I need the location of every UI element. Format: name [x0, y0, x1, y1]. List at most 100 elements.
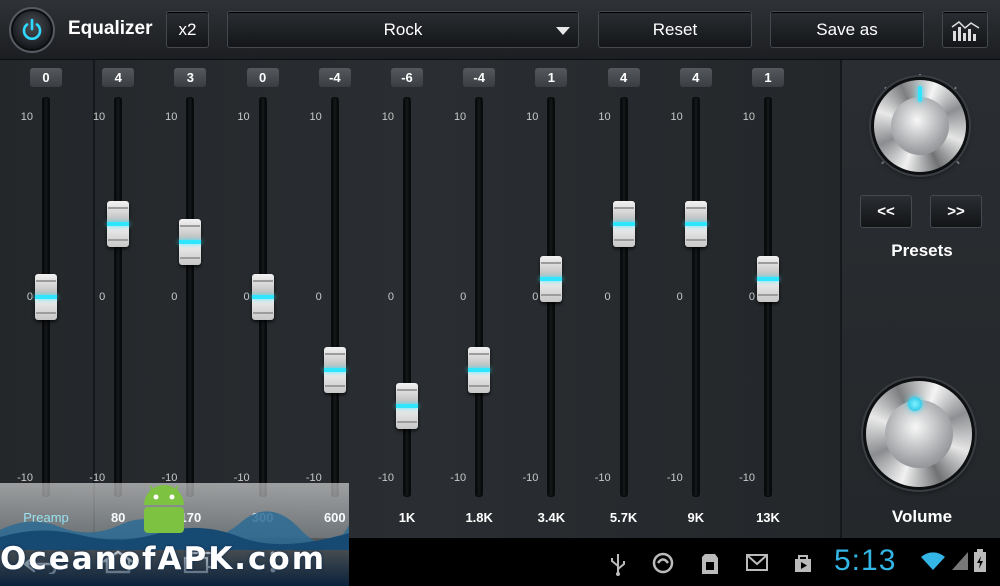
- scale-label-bottom: -10: [739, 472, 755, 484]
- band-1k: -6 10 0 -10 1K: [371, 60, 443, 538]
- slider-thumb[interactable]: [612, 201, 635, 248]
- band-value-chip: -4: [318, 68, 351, 87]
- slider-thumb-glow: [35, 295, 57, 299]
- scale-label-top: 10: [381, 111, 394, 123]
- band-value-chip: 1: [752, 68, 784, 87]
- slider-thumb[interactable]: [468, 346, 491, 393]
- wifi-icon: [921, 552, 945, 570]
- scale-label-bottom: -10: [666, 472, 683, 484]
- scale-label-mid: 0: [604, 291, 611, 303]
- slider-thumb-glow: [684, 222, 707, 227]
- scale-label-bottom: -10: [378, 472, 394, 484]
- band-frequency-label: 1.8K: [465, 510, 493, 525]
- scale-label-top: 10: [670, 111, 683, 123]
- slider-thumb-glow: [251, 295, 274, 299]
- band-frequency-label: 1K: [398, 510, 416, 525]
- power-icon: [22, 18, 42, 40]
- band-1_8k: -4 10 0 -10 1.8K: [443, 60, 515, 538]
- slider-track[interactable]: [691, 97, 700, 497]
- band-13k: 1 10 0 -10 13K: [732, 60, 804, 538]
- slider-thumb[interactable]: [179, 219, 202, 266]
- slider-track[interactable]: [475, 97, 484, 497]
- signal-icon: [952, 552, 968, 570]
- slider-thumb[interactable]: [35, 274, 57, 320]
- slider-thumb[interactable]: [107, 201, 130, 248]
- band-value-chip: 1: [535, 68, 568, 87]
- volume-knob[interactable]: [866, 381, 972, 487]
- slider-thumb-glow: [179, 240, 202, 245]
- band-value-chip: 0: [30, 68, 62, 87]
- band-170: 3100-10170: [154, 60, 226, 538]
- band-value-chip: 4: [679, 68, 712, 87]
- slider-thumb[interactable]: [540, 255, 563, 302]
- x2-button[interactable]: x2: [166, 11, 209, 48]
- volume-knob-face: [885, 400, 953, 468]
- slider-thumb[interactable]: [684, 201, 707, 248]
- next-preset-button[interactable]: >>: [930, 195, 982, 228]
- slider-thumb[interactable]: [323, 346, 346, 393]
- preset-knob-face: [890, 96, 950, 156]
- band-3_4k: 1 10 0 -10 3.4K: [515, 60, 587, 538]
- slider-track[interactable]: [186, 97, 195, 497]
- right-control-panel: << >> Presets Volume: [840, 60, 1000, 538]
- band-value-chip: 4: [102, 68, 135, 87]
- scale-label-mid: 0: [26, 291, 33, 303]
- scale-label-bottom: -10: [594, 472, 611, 484]
- band-80: 4100-1080: [82, 60, 154, 538]
- power-button[interactable]: [9, 7, 55, 53]
- slider-track[interactable]: [619, 97, 628, 497]
- scale-label-top: 10: [309, 111, 322, 123]
- visualizer-button[interactable]: [942, 11, 988, 48]
- reset-button[interactable]: Reset: [598, 11, 752, 48]
- scale-label-mid: 0: [171, 291, 178, 303]
- scale-label-top: 10: [237, 111, 250, 123]
- slider-thumb-glow: [757, 276, 779, 281]
- scale-label-mid: 0: [676, 291, 683, 303]
- slider-track[interactable]: [114, 97, 123, 497]
- watermark-text: OceanofAPK.com: [0, 541, 327, 577]
- volume-label: Volume: [891, 507, 953, 526]
- scale-label-top: 10: [526, 111, 539, 123]
- scale-label-mid: 0: [748, 291, 755, 303]
- presets-label: Presets: [891, 241, 953, 260]
- bar-chart-icon: [951, 21, 980, 41]
- slider-track[interactable]: [403, 97, 411, 497]
- band-frequency-label: 13K: [756, 510, 780, 525]
- band-frequency-label: 3.4K: [537, 510, 566, 525]
- scale-label-mid: 0: [243, 291, 250, 303]
- slider-thumb[interactable]: [396, 383, 418, 430]
- band-preamp: 0100-10Preamp: [10, 60, 82, 538]
- scale-label-mid: 0: [315, 291, 322, 303]
- band-value-chip: -6: [391, 68, 423, 87]
- slider-thumb[interactable]: [251, 274, 274, 320]
- scale-label-bottom: -10: [450, 472, 467, 484]
- slider-thumb-glow: [396, 404, 418, 409]
- band-value-chip: 3: [174, 68, 207, 87]
- slider-thumb-glow: [468, 367, 491, 372]
- volume-knob-indicator: [908, 397, 922, 411]
- save-as-button[interactable]: Save as: [770, 11, 924, 48]
- slider-thumb-glow: [107, 222, 130, 227]
- preset-knob-indicator: [918, 86, 922, 102]
- scale-label-top: 10: [598, 111, 611, 123]
- band-value-chip: 4: [607, 68, 640, 87]
- slider-track[interactable]: [330, 97, 339, 497]
- sd-card-icon: [702, 554, 718, 574]
- scale-label-mid: 0: [532, 291, 539, 303]
- slider-thumb-glow: [540, 276, 563, 281]
- band-5_7k: 4 10 0 -10 5.7K: [588, 60, 660, 538]
- battery-icon: [974, 549, 986, 572]
- scale-label-mid: 0: [387, 291, 394, 303]
- android-logo-icon: [144, 485, 184, 533]
- scale-label-mid: 0: [99, 291, 106, 303]
- dropdown-caret-icon: [556, 27, 570, 35]
- scale-label-mid: 0: [460, 291, 467, 303]
- previous-preset-button[interactable]: <<: [860, 195, 912, 228]
- band-9k: 4 10 0 -10 9K: [660, 60, 732, 538]
- status-clock: 5:13: [834, 544, 897, 577]
- band-600: -4100-10600: [299, 60, 371, 538]
- preset-knob[interactable]: [874, 80, 966, 172]
- watermark-overlay: OceanofAPK.com: [0, 483, 349, 586]
- preset-dropdown[interactable]: Rock: [227, 11, 579, 48]
- slider-thumb[interactable]: [757, 255, 779, 302]
